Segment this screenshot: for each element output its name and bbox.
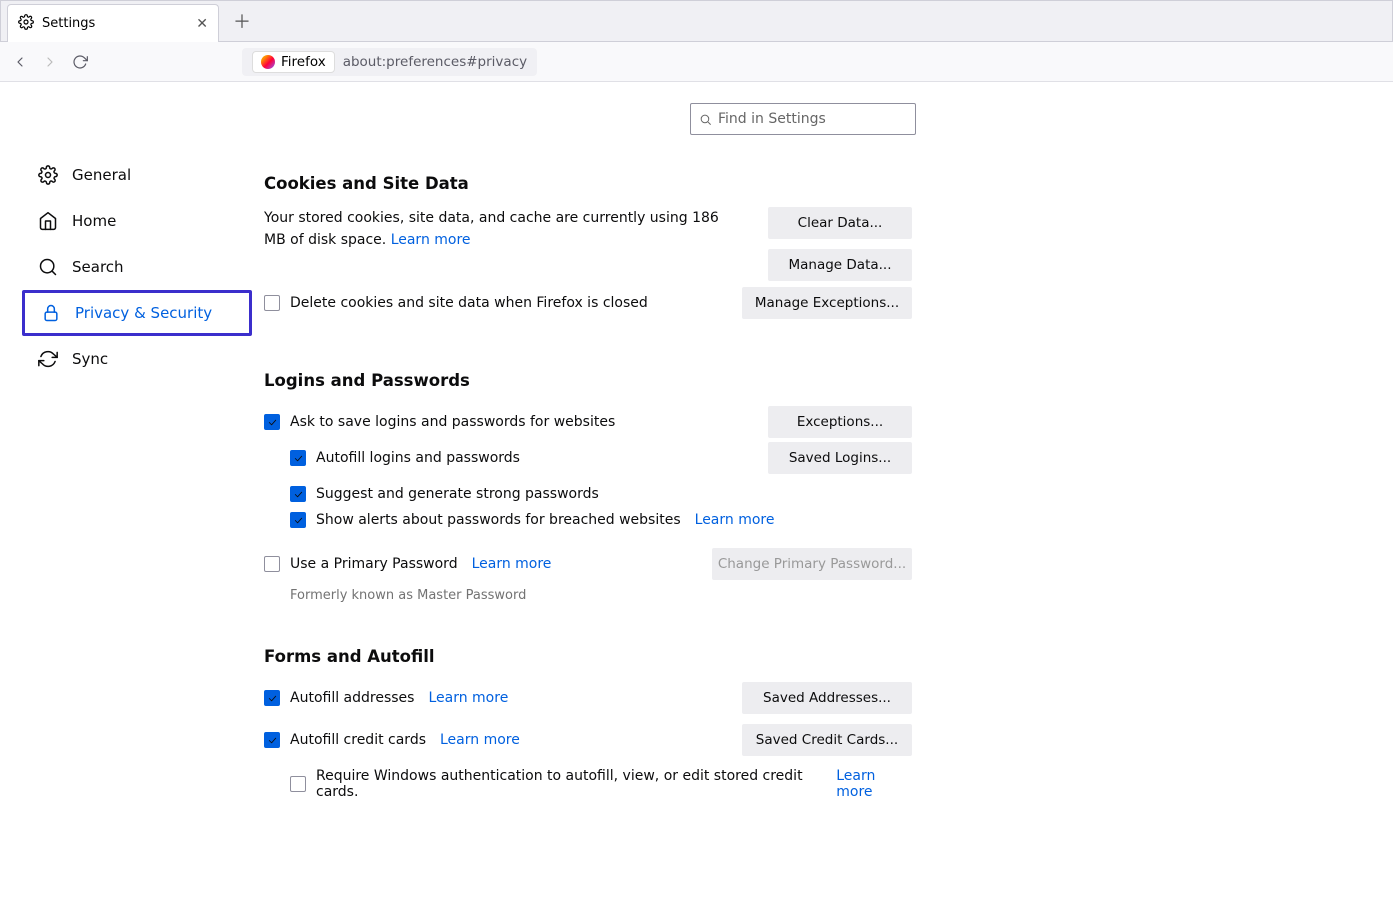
- saved-addresses-button[interactable]: Saved Addresses...: [742, 682, 912, 714]
- main-panel: Cookies and Site Data Your stored cookie…: [252, 104, 932, 810]
- checkbox-label: Autofill addresses: [290, 690, 414, 706]
- sidebar-item-general[interactable]: General: [22, 152, 252, 198]
- forms-heading: Forms and Autofill: [264, 647, 912, 666]
- checkbox-label: Ask to save logins and passwords for web…: [290, 414, 615, 430]
- tab-strip: Settings ✕ ＋: [0, 0, 1393, 42]
- firefox-logo-icon: [261, 55, 275, 69]
- checkbox-icon: [264, 414, 280, 430]
- url-bar[interactable]: Firefox about:preferences#privacy: [242, 48, 537, 76]
- primary-password-checkbox[interactable]: Use a Primary Password Learn more: [264, 556, 551, 572]
- autofill-cards-checkbox[interactable]: Autofill credit cards Learn more: [264, 732, 520, 748]
- primary-learn-more-link[interactable]: Learn more: [472, 556, 552, 572]
- checkbox-label: Suggest and generate strong passwords: [316, 486, 599, 502]
- sidebar-item-privacy[interactable]: Privacy & Security: [22, 290, 252, 336]
- sidebar-item-sync[interactable]: Sync: [22, 336, 252, 382]
- require-learn-more-link[interactable]: Learn more: [836, 768, 912, 800]
- checkbox-label: Require Windows authentication to autofi…: [316, 768, 822, 800]
- checkbox-label: Delete cookies and site data when Firefo…: [290, 295, 648, 311]
- checkbox-label: Show alerts about passwords for breached…: [316, 512, 681, 528]
- reload-button[interactable]: [72, 54, 88, 70]
- checkbox-icon: [264, 295, 280, 311]
- checkbox-label: Use a Primary Password: [290, 556, 458, 572]
- url-text: about:preferences#privacy: [343, 54, 527, 70]
- delete-on-close-checkbox[interactable]: Delete cookies and site data when Firefo…: [264, 295, 648, 311]
- gear-icon: [38, 165, 58, 185]
- home-icon: [38, 211, 58, 231]
- sidebar-item-label: Home: [72, 212, 116, 230]
- checkbox-icon: [290, 486, 306, 502]
- cookies-heading: Cookies and Site Data: [264, 174, 912, 193]
- sidebar-item-label: Privacy & Security: [75, 304, 212, 322]
- logins-exceptions-button[interactable]: Exceptions...: [768, 406, 912, 438]
- checkbox-label: Autofill credit cards: [290, 732, 426, 748]
- checkbox-label: Autofill logins and passwords: [316, 450, 520, 466]
- new-tab-button[interactable]: ＋: [233, 8, 251, 34]
- sidebar-item-home[interactable]: Home: [22, 198, 252, 244]
- sync-icon: [38, 349, 58, 369]
- tab-title: Settings: [42, 16, 95, 31]
- addresses-learn-more-link[interactable]: Learn more: [428, 690, 508, 706]
- sidebar-item-label: General: [72, 166, 131, 184]
- checkbox-icon: [290, 450, 306, 466]
- clear-data-button[interactable]: Clear Data...: [768, 207, 912, 239]
- saved-cards-button[interactable]: Saved Credit Cards...: [742, 724, 912, 756]
- search-icon: [38, 257, 58, 277]
- saved-logins-button[interactable]: Saved Logins...: [768, 442, 912, 474]
- content-area: General Home Search Privacy & Security S…: [0, 82, 1393, 810]
- cookies-desc: Your stored cookies, site data, and cach…: [264, 207, 744, 252]
- manage-data-button[interactable]: Manage Data...: [768, 249, 912, 281]
- change-primary-button[interactable]: Change Primary Password...: [712, 548, 912, 580]
- formerly-note: Formerly known as Master Password: [290, 588, 912, 603]
- checkbox-icon: [290, 776, 306, 792]
- settings-search-input[interactable]: Find in Settings: [690, 103, 916, 135]
- sidebar-item-search[interactable]: Search: [22, 244, 252, 290]
- logins-heading: Logins and Passwords: [264, 371, 912, 390]
- lock-icon: [41, 303, 61, 323]
- checkbox-icon: [264, 732, 280, 748]
- autofill-addresses-checkbox[interactable]: Autofill addresses Learn more: [264, 690, 508, 706]
- cards-learn-more-link[interactable]: Learn more: [440, 732, 520, 748]
- breach-learn-more-link[interactable]: Learn more: [695, 512, 775, 528]
- sidebar-item-label: Search: [72, 258, 124, 276]
- identity-box[interactable]: Firefox: [252, 51, 335, 73]
- nav-toolbar: Firefox about:preferences#privacy: [0, 42, 1393, 82]
- breach-alerts-checkbox[interactable]: Show alerts about passwords for breached…: [290, 512, 912, 528]
- close-tab-button[interactable]: ✕: [196, 16, 208, 32]
- suggest-passwords-checkbox[interactable]: Suggest and generate strong passwords: [290, 486, 912, 502]
- cookies-learn-more-link[interactable]: Learn more: [391, 232, 471, 248]
- checkbox-icon: [264, 556, 280, 572]
- sidebar-item-label: Sync: [72, 350, 108, 368]
- checkbox-icon: [264, 690, 280, 706]
- require-auth-checkbox[interactable]: Require Windows authentication to autofi…: [290, 768, 912, 800]
- autofill-logins-checkbox[interactable]: Autofill logins and passwords: [290, 450, 520, 466]
- search-placeholder: Find in Settings: [718, 111, 826, 127]
- forward-button[interactable]: [42, 54, 58, 70]
- checkbox-icon: [290, 512, 306, 528]
- back-button[interactable]: [12, 54, 28, 70]
- identity-label: Firefox: [281, 54, 326, 70]
- manage-exceptions-button[interactable]: Manage Exceptions...: [742, 287, 912, 319]
- sidebar: General Home Search Privacy & Security S…: [0, 104, 252, 810]
- ask-save-checkbox[interactable]: Ask to save logins and passwords for web…: [264, 414, 615, 430]
- gear-icon: [18, 14, 34, 34]
- cookies-desc-text: Your stored cookies, site data, and cach…: [264, 210, 719, 248]
- browser-tab[interactable]: Settings ✕: [7, 4, 219, 42]
